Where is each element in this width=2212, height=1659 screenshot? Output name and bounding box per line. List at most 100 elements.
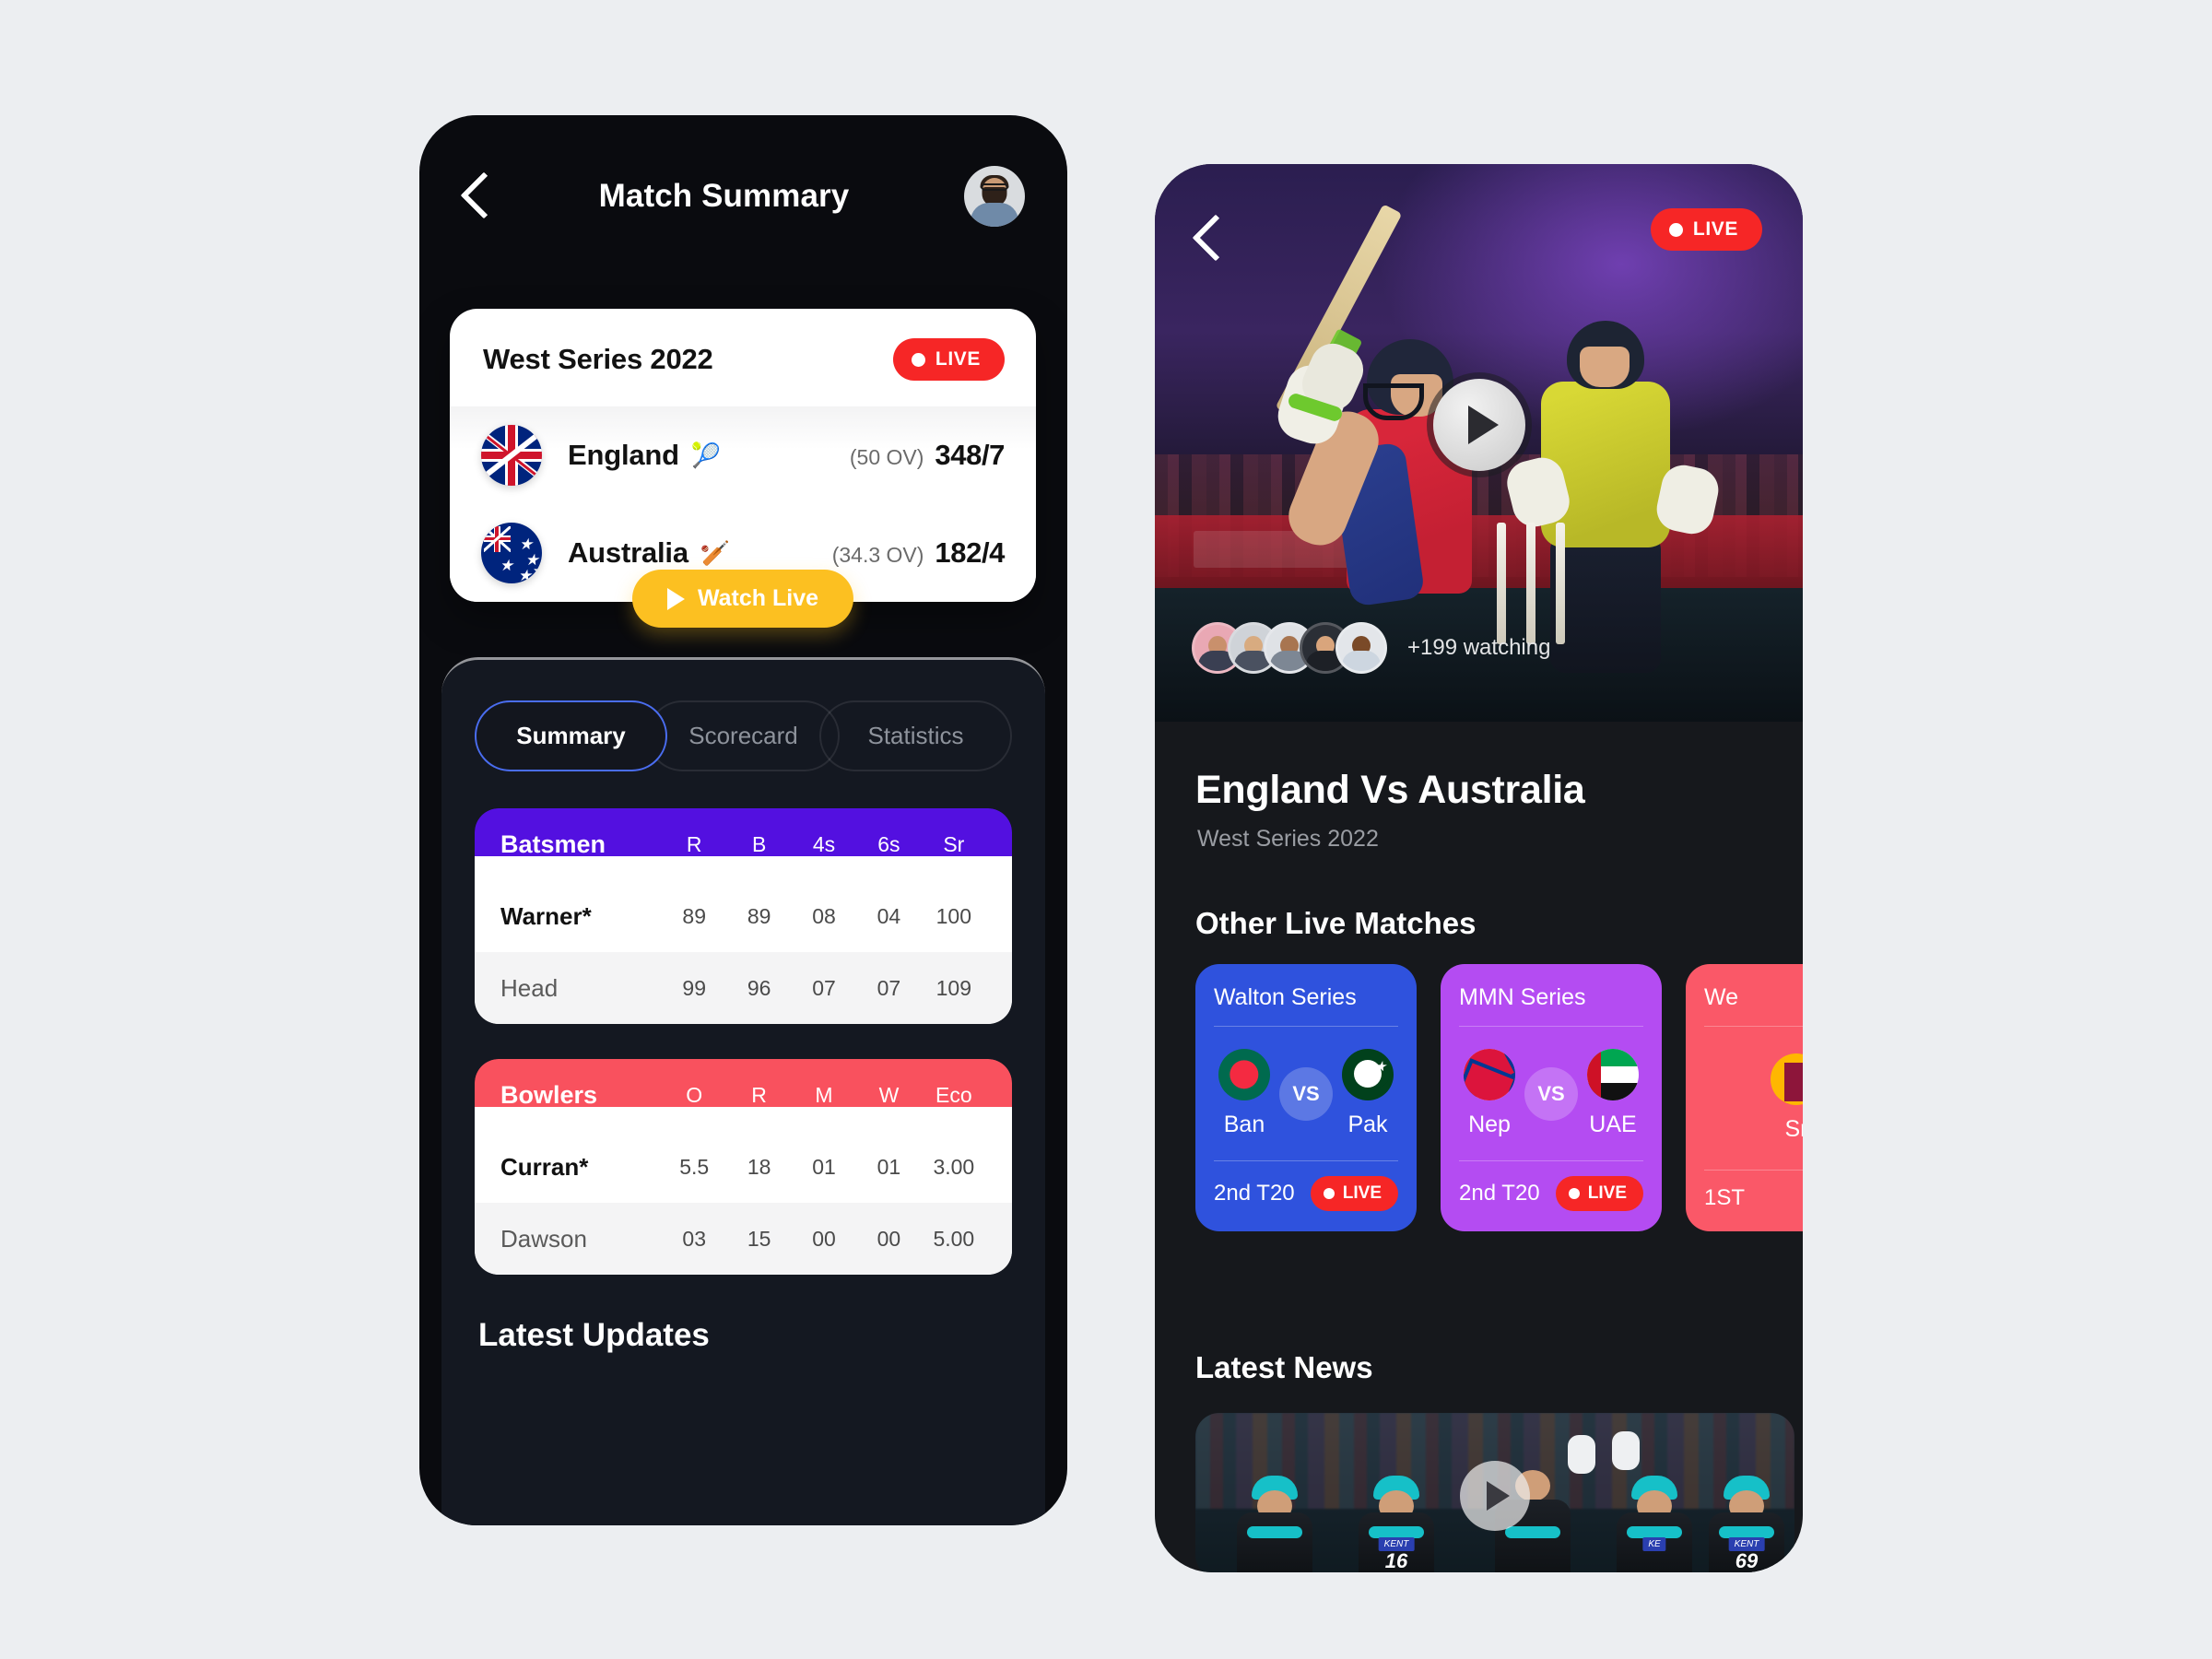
live-label: LIVE: [935, 348, 981, 370]
watching-row: +199 watching: [1192, 622, 1550, 674]
live-dot-icon: [1568, 1188, 1580, 1199]
table-row[interactable]: Curran* 5.5 18 01 01 3.00: [475, 1131, 1012, 1203]
latest-news-heading: Latest News: [1195, 1350, 1373, 1384]
team-label: Ban: [1223, 1112, 1265, 1137]
glove-icon: [1612, 1431, 1640, 1470]
team-label: UAE: [1589, 1112, 1637, 1137]
status-badge-live: LIVE: [1555, 1176, 1643, 1211]
live-label: LIVE: [1692, 218, 1738, 240]
vs-badge: VS: [1279, 1066, 1333, 1121]
uk-flag-icon: [481, 425, 542, 486]
column-header: Batsmen: [500, 830, 606, 858]
watching-count: +199 watching: [1407, 635, 1551, 660]
chevron-left-icon[interactable]: [1194, 214, 1225, 264]
team-home: Sr: [1771, 1053, 1803, 1143]
watch-live-button[interactable]: Watch Live: [631, 570, 854, 628]
play-icon: [666, 587, 685, 610]
player-name: Warner*: [500, 901, 592, 930]
column-header: W: [878, 1082, 900, 1107]
cell-balls: 89: [747, 903, 771, 928]
phone-left-match-summary: Match Summary West Series 2022 LIVE Engl…: [419, 115, 1067, 1525]
tab-scorecard[interactable]: Scorecard: [647, 700, 840, 771]
card-footer: 2nd T20 LIVE: [1459, 1176, 1643, 1211]
teams-row: Sr: [1704, 1041, 1803, 1155]
column-header: M: [815, 1082, 833, 1107]
teams-row: Nep VS UAE: [1459, 1041, 1643, 1146]
glove-icon: [1568, 1435, 1595, 1474]
column-header: B: [751, 831, 767, 856]
team-label: Sr: [1784, 1116, 1804, 1142]
cell-maidens: 01: [812, 1154, 836, 1179]
cell-balls: 96: [747, 975, 771, 1000]
cell-sixes: 07: [877, 975, 901, 1000]
team-score: (50 OV) 348/7: [850, 439, 1006, 472]
ball-icon: 🎾: [690, 441, 722, 469]
table-body: Curran* 5.5 18 01 01 3.00 Dawson 03 15 0…: [475, 1107, 1012, 1275]
match-stage: 2nd T20: [1214, 1181, 1295, 1206]
column-header: Bowlers: [500, 1080, 598, 1109]
tab-bar: Summary Scorecard Statistics: [441, 660, 1045, 771]
match-card-mmn[interactable]: MMN Series Nep VS UAE 2nd T20 LIVE: [1441, 964, 1662, 1231]
runs-label: 348/7: [935, 439, 1005, 471]
cell-fours: 08: [812, 903, 836, 928]
column-header: Sr: [943, 831, 965, 856]
play-icon[interactable]: [1460, 1461, 1530, 1531]
live-label: LIVE: [1342, 1183, 1382, 1203]
match-series: West Series 2022: [1197, 826, 1379, 852]
chevron-left-icon[interactable]: [462, 171, 493, 221]
tab-summary[interactable]: Summary: [475, 700, 667, 771]
cell-sr: 100: [935, 903, 972, 928]
team-name: England: [568, 439, 679, 471]
top-bar: Match Summary: [419, 115, 1067, 276]
team-home: Nep: [1464, 1049, 1515, 1138]
status-badge-live: LIVE: [892, 338, 1005, 381]
player-name: Dawson: [500, 1224, 587, 1253]
cell-maidens: 00: [812, 1226, 836, 1251]
live-label: LIVE: [1587, 1183, 1627, 1203]
column-header: R: [686, 831, 702, 856]
pakistan-flag-icon: [1342, 1049, 1394, 1100]
bat-icon: 🏏: [700, 538, 731, 567]
cell-sr: 109: [935, 975, 972, 1000]
cell-runs: 15: [747, 1226, 771, 1251]
match-card-partial[interactable]: We Sr 1ST: [1686, 964, 1803, 1231]
bowlers-table: Bowlers O R M W Eco Curran* 5.5 18 01 01…: [475, 1059, 1012, 1275]
cell-overs: 03: [682, 1226, 706, 1251]
divider: [1214, 1026, 1398, 1027]
avatar[interactable]: [964, 165, 1025, 227]
tab-statistics[interactable]: Statistics: [819, 700, 1012, 771]
divider: [1214, 1160, 1398, 1161]
score-card-header: West Series 2022 LIVE: [450, 309, 1036, 406]
cell-runs: 99: [682, 975, 706, 1000]
match-stage: 1ST: [1704, 1185, 1746, 1210]
table-row[interactable]: Warner* 89 89 08 04 100: [475, 880, 1012, 952]
live-dot-icon: [1668, 222, 1683, 237]
page-title: Match Summary: [598, 177, 850, 214]
match-score-card[interactable]: West Series 2022 LIVE England 🎾 (50 OV): [450, 309, 1036, 628]
cell-sixes: 04: [877, 903, 901, 928]
match-stage: 2nd T20: [1459, 1181, 1540, 1206]
avatar-glasses: [981, 183, 1008, 192]
table-row[interactable]: Head 99 96 07 07 109: [475, 952, 1012, 1024]
cell-economy: 5.00: [933, 1226, 975, 1251]
news-card[interactable]: KENT 16 KE KENT 69: [1195, 1413, 1794, 1572]
column-header: 6s: [877, 831, 900, 856]
avatar-body: [971, 202, 1018, 227]
player-name: Head: [500, 973, 559, 1002]
card-footer: 1ST: [1704, 1185, 1803, 1211]
vs-badge: VS: [1524, 1066, 1578, 1121]
team-away: Pak: [1342, 1049, 1394, 1138]
table-row[interactable]: Dawson 03 15 00 00 5.00: [475, 1203, 1012, 1275]
other-live-matches-heading: Other Live Matches: [1195, 906, 1477, 940]
play-icon[interactable]: [1432, 379, 1525, 471]
series-title: West Series 2022: [483, 343, 713, 375]
team-label: Pak: [1347, 1112, 1388, 1137]
batsmen-table: Batsmen R B 4s 6s Sr Warner* 89 89 08 04…: [475, 808, 1012, 1024]
play-triangle: [1487, 1481, 1510, 1511]
player-figure: KENT 69: [1704, 1476, 1789, 1572]
match-card-walton[interactable]: Walton Series Ban VS Pak 2nd T20: [1195, 964, 1417, 1231]
overs-label: (34.3 OV): [831, 543, 924, 567]
hero-video[interactable]: LIVE +199 watching: [1155, 164, 1803, 722]
team-away: UAE: [1587, 1049, 1639, 1138]
other-matches-list[interactable]: Walton Series Ban VS Pak 2nd T20: [1195, 964, 1803, 1231]
